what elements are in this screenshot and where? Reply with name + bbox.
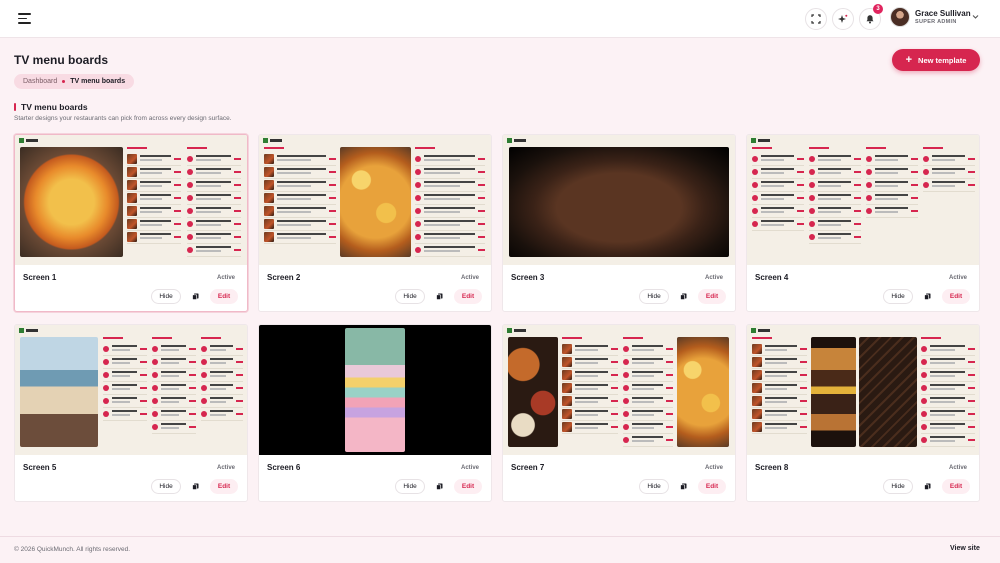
duplicate-button[interactable] [676, 289, 691, 304]
screen-name: Screen 4 [755, 273, 789, 282]
hide-button[interactable]: Hide [151, 479, 181, 494]
fullscreen-button[interactable] [805, 8, 827, 30]
copy-icon [680, 293, 687, 300]
menu-board-preview[interactable] [259, 325, 491, 455]
breadcrumb-separator [62, 80, 66, 83]
status-badge: Active [704, 465, 723, 471]
view-site-link[interactable]: View site [950, 545, 980, 552]
copy-icon [924, 293, 931, 300]
section-title: TV menu boards [21, 102, 88, 112]
hide-button[interactable]: Hide [395, 289, 425, 304]
screen-card[interactable]: Screen 8 Active Hide Edit [746, 324, 980, 502]
hide-button[interactable]: Hide [639, 479, 669, 494]
duplicate-button[interactable] [432, 479, 447, 494]
menu-board-preview[interactable] [15, 135, 247, 265]
edit-button[interactable]: Edit [454, 289, 482, 304]
section-subtitle: Starter designs your restaurants can pic… [14, 115, 232, 122]
screen-name: Screen 1 [23, 273, 57, 282]
copy-icon [436, 293, 443, 300]
duplicate-button[interactable] [920, 289, 935, 304]
status-badge: Active [460, 275, 479, 281]
edit-button[interactable]: Edit [210, 479, 238, 494]
duplicate-button[interactable] [676, 479, 691, 494]
duplicate-button[interactable] [432, 289, 447, 304]
menu-board-preview[interactable] [747, 325, 979, 455]
copy-icon [924, 483, 931, 490]
footer-copyright: © 2026 QuickMunch. All rights reserved. [14, 546, 131, 553]
screen-card[interactable]: Screen 3 Active Hide Edit [502, 134, 736, 312]
plus-icon: + [905, 53, 913, 66]
hide-button[interactable]: Hide [883, 479, 913, 494]
copy-icon [680, 483, 687, 490]
duplicate-button[interactable] [188, 479, 203, 494]
screen-name: Screen 7 [511, 463, 545, 472]
edit-button[interactable]: Edit [698, 289, 726, 304]
edit-button[interactable]: Edit [454, 479, 482, 494]
menu-board-preview[interactable] [747, 135, 979, 265]
hide-button[interactable]: Hide [639, 289, 669, 304]
status-badge: Active [460, 465, 479, 471]
menu-board-preview[interactable] [503, 135, 735, 265]
screen-card[interactable]: Screen 2 Active Hide Edit [258, 134, 492, 312]
screen-name: Screen 2 [267, 273, 301, 282]
hide-button[interactable]: Hide [151, 289, 181, 304]
hide-button[interactable]: Hide [883, 289, 913, 304]
ai-sparkle-button[interactable] [832, 8, 854, 30]
hide-button[interactable]: Hide [395, 479, 425, 494]
user-name[interactable]: Grace Sullivan [915, 9, 971, 18]
chevron-down-icon[interactable] [972, 13, 979, 20]
breadcrumb-current: TV menu boards [70, 78, 126, 85]
screen-card[interactable]: Screen 6 Active Hide Edit [258, 324, 492, 502]
footer-divider [0, 536, 1000, 537]
menu-board-preview[interactable] [503, 325, 735, 455]
user-role: SUPER ADMIN [915, 19, 957, 25]
status-badge: Active [216, 275, 235, 281]
edit-button[interactable]: Edit [942, 479, 970, 494]
menu-board-preview[interactable] [259, 135, 491, 265]
status-badge: Active [948, 275, 967, 281]
sparkle-icon [838, 14, 848, 23]
duplicate-button[interactable] [920, 479, 935, 494]
section-accent-bar [14, 103, 16, 111]
status-badge: Active [216, 465, 235, 471]
edit-button[interactable]: Edit [942, 289, 970, 304]
copy-icon [192, 293, 199, 300]
duplicate-button[interactable] [188, 289, 203, 304]
fullscreen-icon [811, 14, 821, 24]
status-badge: Active [704, 275, 723, 281]
notification-badge: 3 [873, 4, 883, 14]
new-template-button[interactable]: + New template [892, 49, 980, 71]
screen-name: Screen 8 [755, 463, 789, 472]
screen-card[interactable]: Screen 7 Active Hide Edit [502, 324, 736, 502]
bell-icon [866, 15, 874, 24]
screen-card[interactable]: Screen 1 Active Hide Edit [14, 134, 248, 312]
copy-icon [436, 483, 443, 490]
screen-card[interactable]: Screen 4 Active Hide Edit [746, 134, 980, 312]
screen-name: Screen 5 [23, 463, 57, 472]
menu-icon[interactable] [18, 13, 31, 24]
edit-button[interactable]: Edit [210, 289, 238, 304]
screen-name: Screen 3 [511, 273, 545, 282]
screen-name: Screen 6 [267, 463, 301, 472]
status-badge: Active [948, 465, 967, 471]
edit-button[interactable]: Edit [698, 479, 726, 494]
page-title: TV menu boards [14, 53, 109, 67]
top-bar: 3 Grace Sullivan SUPER ADMIN [0, 0, 1000, 38]
new-template-label: New template [918, 55, 967, 65]
avatar[interactable] [890, 7, 910, 27]
notifications-button[interactable]: 3 [859, 4, 883, 30]
menu-board-preview[interactable] [15, 325, 247, 455]
screen-card[interactable]: Screen 5 Active Hide Edit [14, 324, 248, 502]
copy-icon [192, 483, 199, 490]
breadcrumb: Dashboard TV menu boards [14, 74, 135, 89]
breadcrumb-dashboard[interactable]: Dashboard [23, 78, 57, 85]
